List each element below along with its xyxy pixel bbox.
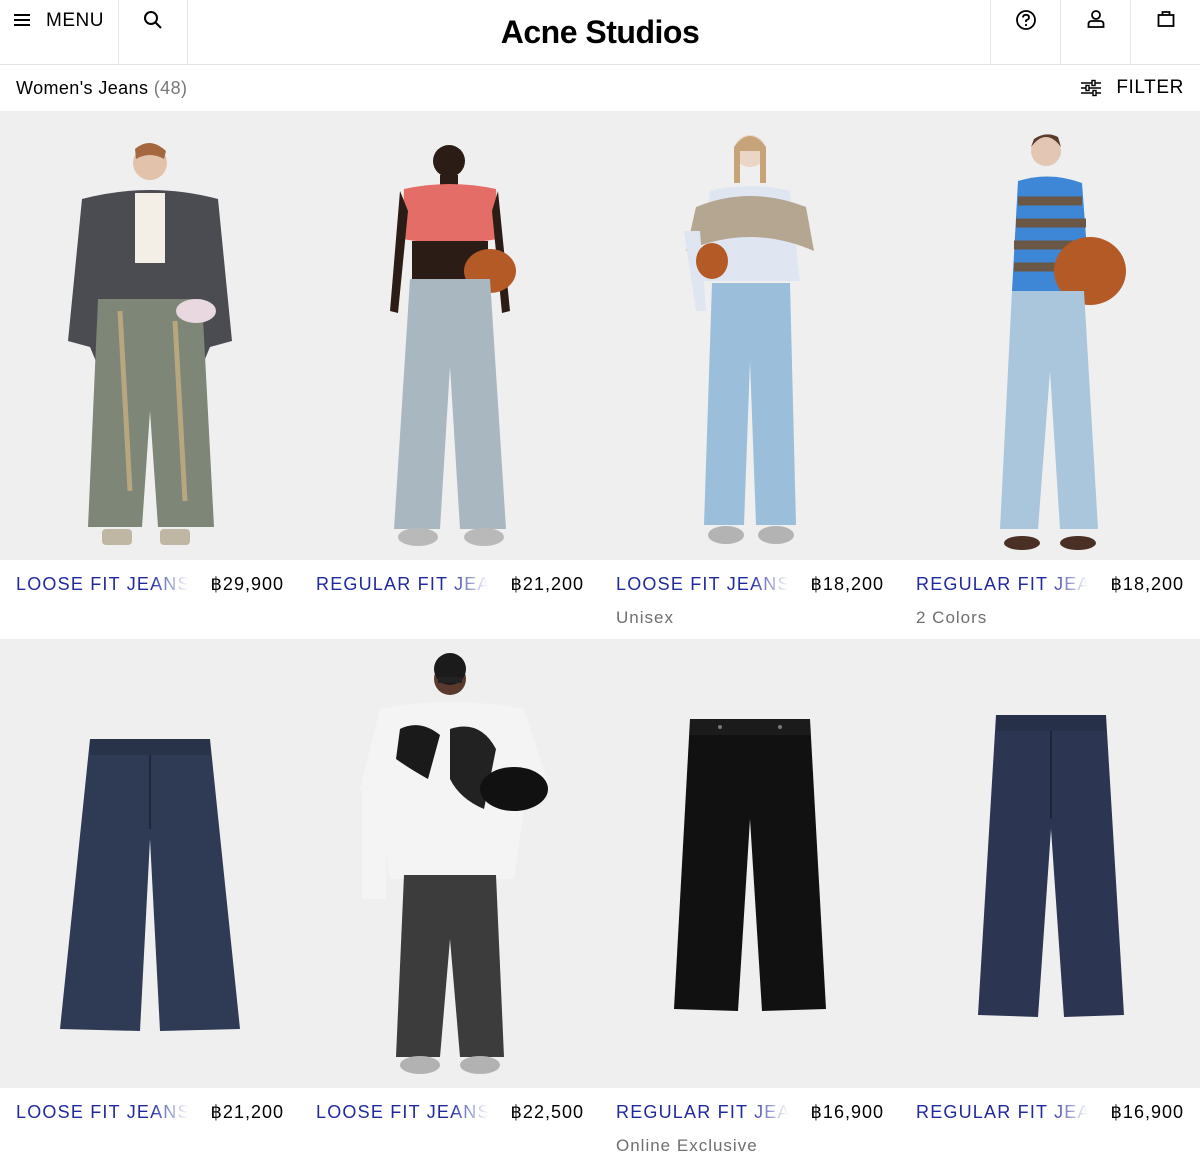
product-image[interactable] <box>600 111 900 560</box>
product-name[interactable]: LOOSE FIT JEANS <box>316 1102 488 1123</box>
site-header: MENU Acne Studios <box>0 0 1200 65</box>
help-button[interactable] <box>990 0 1060 64</box>
product-subtitle: Unisex <box>616 608 674 627</box>
product-name[interactable]: LOOSE FIT JEANS <box>16 1102 188 1123</box>
product-card[interactable]: LOOSE FIT JEANS ฿22,500 <box>300 639 600 1160</box>
product-subtitle: 2 Colors <box>916 608 988 627</box>
product-price: ฿21,200 <box>210 1102 284 1122</box>
logo-link[interactable]: Acne Studios <box>501 14 700 50</box>
product-subtitle: Online Exclusive <box>616 1136 758 1155</box>
product-price: ฿16,900 <box>810 1102 884 1122</box>
product-price: ฿18,200 <box>1110 574 1184 594</box>
product-name[interactable]: LOOSE FIT JEANS <box>616 574 788 595</box>
product-count: (48) <box>153 77 188 98</box>
product-image[interactable] <box>300 111 600 560</box>
product-card[interactable]: LOOSE FIT JEANS ฿18,200 Unisex <box>600 111 900 639</box>
menu-label: MENU <box>46 10 104 31</box>
product-card[interactable]: LOOSE FIT JEANS ฿29,900 <box>0 111 300 639</box>
menu-button[interactable]: MENU <box>0 0 119 64</box>
product-image[interactable] <box>900 639 1200 1088</box>
account-button[interactable] <box>1060 0 1130 64</box>
product-image[interactable] <box>900 111 1200 560</box>
product-price: ฿21,200 <box>510 574 584 594</box>
product-card[interactable]: REGULAR FIT JEANS ฿21,200 <box>300 111 600 639</box>
listing-header: Women's Jeans (48) FILTER <box>0 65 1200 111</box>
product-card[interactable]: REGULAR FIT JEANS ฿16,900 <box>900 639 1200 1160</box>
product-image[interactable] <box>0 639 300 1088</box>
product-price: ฿29,900 <box>210 574 284 594</box>
product-name[interactable]: REGULAR FIT JEANS <box>916 574 1088 595</box>
product-image[interactable] <box>0 111 300 560</box>
category-name: Women's Jeans <box>16 77 149 98</box>
filter-label: FILTER <box>1116 77 1184 98</box>
product-image[interactable] <box>300 639 600 1088</box>
product-card[interactable]: REGULAR FIT JEANS ฿16,900 Online Exclusi… <box>600 639 900 1160</box>
product-card[interactable]: REGULAR FIT JEANS ฿18,200 2 Colors <box>900 111 1200 639</box>
product-image[interactable] <box>600 639 900 1088</box>
product-name[interactable]: REGULAR FIT JEANS <box>616 1102 788 1123</box>
bag-button[interactable] <box>1130 0 1200 64</box>
category-title: Women's Jeans (48) <box>16 78 187 99</box>
product-price: ฿16,900 <box>1110 1102 1184 1122</box>
account-icon <box>1086 9 1106 29</box>
product-name[interactable]: REGULAR FIT JEANS <box>916 1102 1088 1123</box>
filter-icon <box>1080 79 1102 97</box>
search-icon <box>143 10 163 30</box>
product-price: ฿18,200 <box>810 574 884 594</box>
product-name[interactable]: REGULAR FIT JEANS <box>316 574 488 595</box>
menu-icon <box>14 10 32 30</box>
product-card[interactable]: LOOSE FIT JEANS ฿21,200 <box>0 639 300 1160</box>
product-grid: LOOSE FIT JEANS ฿29,900 REGULAR FIT JEA … <box>0 111 1200 1160</box>
search-button[interactable] <box>119 0 188 64</box>
product-name[interactable]: LOOSE FIT JEANS <box>16 574 188 595</box>
help-icon <box>1015 9 1037 31</box>
filter-button[interactable]: FILTER <box>1080 77 1184 99</box>
product-price: ฿22,500 <box>510 1102 584 1122</box>
bag-icon <box>1156 9 1176 29</box>
